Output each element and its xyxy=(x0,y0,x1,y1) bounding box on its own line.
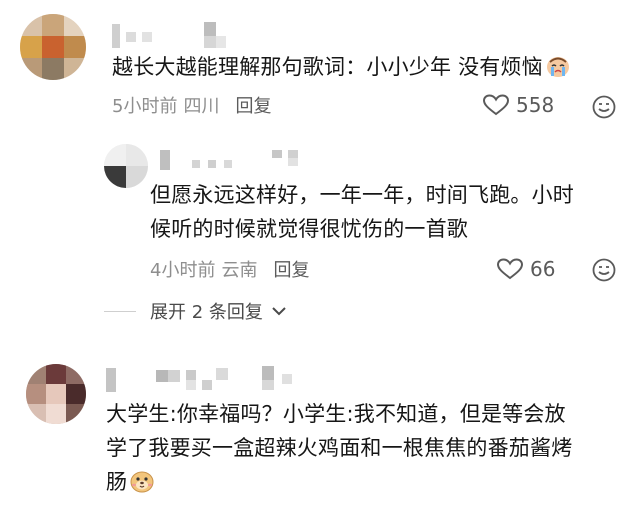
comment-text-content: 肠 xyxy=(106,470,128,494)
avatar[interactable] xyxy=(26,364,86,424)
comment-item: 大学生:你幸福吗？小学生:我不知道，但是等会放 学了我要买一盒超辣火鸡面和一根焦… xyxy=(0,0,640,514)
comment-text-line: 学了我要买一盒超辣火鸡面和一根焦焦的番茄酱烤 xyxy=(106,436,573,460)
username-redacted[interactable] xyxy=(106,366,336,394)
comment-text-line: 肠 xyxy=(106,465,572,504)
dog-face-emoji-icon xyxy=(129,468,155,504)
comment-text-line: 大学生:你幸福吗？小学生:我不知道，但是等会放 xyxy=(106,402,566,426)
comment-text: 大学生:你幸福吗？小学生:我不知道，但是等会放 学了我要买一盒超辣火鸡面和一根焦… xyxy=(106,397,572,504)
